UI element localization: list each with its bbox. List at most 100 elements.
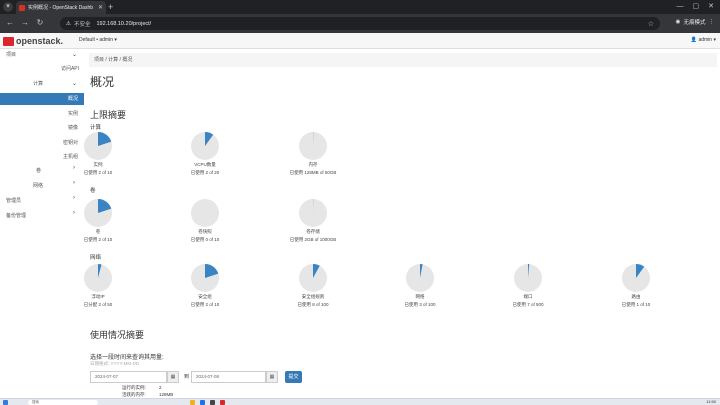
sidebar-item-compute[interactable]: 计算 xyxy=(33,78,43,90)
logo-text: openstack. xyxy=(16,36,64,46)
sidebar-item-instances[interactable]: 实例 xyxy=(68,108,78,120)
url-text[interactable]: 192.168.10.20/project/ xyxy=(96,21,151,27)
active-instances-value: 2 xyxy=(159,385,162,390)
quota-usage: 已使用 1 of 10 xyxy=(621,302,651,307)
maximize-icon[interactable]: ▢ xyxy=(693,0,700,14)
quota-chart: 内存已使用 128MB of 50GB xyxy=(273,132,353,176)
quota-pie xyxy=(299,199,327,227)
quota-pie xyxy=(406,264,434,292)
quota-label: VCPU数量 xyxy=(194,162,216,167)
quota-usage: 已分配 2 of 50 xyxy=(83,302,113,307)
sidebar-item-network[interactable]: 网络 xyxy=(33,180,43,192)
quota-pie xyxy=(299,132,327,160)
openstack-logo-icon xyxy=(3,36,14,46)
calendar-icon[interactable]: ▦ xyxy=(167,371,179,383)
bookmark-star-icon[interactable]: ☆ xyxy=(648,20,654,28)
active-instances-label: 运行的实例: xyxy=(122,385,146,390)
reload-icon[interactable]: ↻ xyxy=(34,17,46,29)
quota-chart: 浮动IP 已分配 2 of 50 xyxy=(58,264,138,308)
to-label: 到 xyxy=(184,374,190,380)
quota-chart: 端口 已使用 7 of 500 xyxy=(488,264,568,308)
file-explorer-icon[interactable] xyxy=(190,400,195,405)
group-title-compute: 计算 xyxy=(90,125,102,131)
quota-pie xyxy=(84,199,112,227)
chevron-right-icon: › xyxy=(73,180,75,186)
quota-chart: 安全组规则已使用 8 of 100 xyxy=(273,264,353,308)
taskbar-search[interactable]: 搜索 xyxy=(28,400,98,405)
new-tab-button[interactable]: + xyxy=(108,1,113,13)
quota-chart: 卷已使用 2 of 10 xyxy=(58,199,138,243)
quota-usage: 已使用 2 of 20 xyxy=(190,170,220,175)
favicon-icon xyxy=(19,4,25,11)
breadcrumb[interactable]: 项目 / 计算 / 概况 xyxy=(89,53,717,67)
group-title-volume: 卷 xyxy=(90,188,96,194)
sidebar-item-volumes[interactable]: 卷 xyxy=(36,165,41,177)
menu-icon[interactable]: ⋮ xyxy=(709,19,715,25)
close-tab-icon[interactable]: ✕ xyxy=(98,4,103,11)
incognito-icon: ◉ xyxy=(675,19,681,25)
browser-toolbar: ← → ↻ ⚠ 不安全 192.168.10.20/project/ ☆ ◉ 无… xyxy=(0,14,720,33)
back-icon[interactable]: ← xyxy=(4,17,16,29)
quota-label: 浮动IP xyxy=(91,294,105,299)
date-to-input[interactable]: 2024-07-08 xyxy=(191,371,266,383)
browser-tab[interactable]: 实例概况 - OpenStack Dashb ✕ xyxy=(16,1,106,14)
sidebar-item-api-access[interactable]: 访问API xyxy=(61,63,79,75)
browser-tab-bar: ▾ 实例概况 - OpenStack Dashb ✕ + — ▢ ✕ xyxy=(0,0,720,14)
quota-usage: 已使用 2 of 10 xyxy=(83,170,113,175)
date-from-input[interactable]: 2024-07-07 xyxy=(90,371,167,383)
date-format-hint: 日期格式: YYYY-MM-DD xyxy=(90,361,140,366)
taskbar-clock: 11:50 xyxy=(706,399,716,404)
sidebar-item-project[interactable]: 项目 xyxy=(6,49,16,61)
page-title: 概况 xyxy=(90,75,115,89)
quota-label: 网络 xyxy=(415,294,425,299)
address-bar[interactable]: ⚠ 不安全 192.168.10.20/project/ ☆ xyxy=(60,17,660,30)
usage-prompt: 选择一段时间来查询其用量: xyxy=(90,355,164,361)
submit-button[interactable]: 提交 xyxy=(285,371,302,383)
quota-chart: 实例 已使用 2 of 10 xyxy=(58,132,138,176)
quota-usage: 已使用 3 of 100 xyxy=(404,302,436,307)
insecure-label: 不安全 xyxy=(73,21,91,28)
quota-label: 路由 xyxy=(631,294,641,299)
windows-taskbar: 搜索 11:50 xyxy=(0,398,720,405)
sidebar-item-backup[interactable]: 备份管理 xyxy=(6,210,26,222)
sidebar-item-overview[interactable]: 概况 xyxy=(0,93,84,105)
quota-usage: 已使用 7 of 500 xyxy=(512,302,544,307)
user-menu[interactable]: 👤 admin ▾ xyxy=(691,37,716,43)
group-title-network: 网络 xyxy=(90,255,102,261)
project-selector[interactable]: Default • admin ▾ xyxy=(79,37,117,43)
quota-pie xyxy=(299,264,327,292)
limit-summary-title: 上限摘要 xyxy=(90,110,127,120)
close-window-icon[interactable]: ✕ xyxy=(708,0,714,14)
quota-usage: 已使用 8 of 100 xyxy=(297,302,329,307)
chevron-down-icon: ⌄ xyxy=(72,81,78,87)
start-icon[interactable] xyxy=(3,400,8,405)
quota-label: 安全组 xyxy=(198,294,212,299)
quota-usage: 已使用 2GB of 1000GB xyxy=(289,237,337,242)
quota-usage: 已使用 2 of 10 xyxy=(83,237,113,242)
openstack-logo[interactable]: openstack. xyxy=(3,36,63,46)
usage-summary-title: 使用情况摘要 xyxy=(90,330,145,340)
quota-pie xyxy=(191,264,219,292)
chrome-icon[interactable] xyxy=(200,400,205,405)
quota-label: 卷快照 xyxy=(198,229,212,234)
quota-pie xyxy=(191,132,219,160)
window-controls: — ▢ ✕ xyxy=(677,0,719,14)
forward-icon[interactable]: → xyxy=(19,17,31,29)
openstack-header: openstack. Default • admin ▾ 👤 admin ▾ xyxy=(0,33,720,49)
incognito-indicator[interactable]: ◉ 无痕模式 ⋮ xyxy=(676,18,714,26)
sidebar-item-admin[interactable]: 管理员 xyxy=(6,195,21,207)
tab-title: 实例概况 - OpenStack Dashb xyxy=(28,5,94,11)
quota-label: 安全组规则 xyxy=(301,294,325,299)
quota-usage: 已使用 0 of 10 xyxy=(190,237,220,242)
minimize-icon[interactable]: — xyxy=(677,0,684,14)
quota-usage: 已使用 128MB of 50GB xyxy=(289,170,337,175)
terminal-icon[interactable] xyxy=(210,400,215,405)
quota-pie xyxy=(622,264,650,292)
calendar-icon[interactable]: ▦ xyxy=(266,371,278,383)
quota-label: 卷存储 xyxy=(306,229,320,234)
app-icon[interactable] xyxy=(220,400,225,405)
quota-label: 内存 xyxy=(308,162,318,167)
quota-pie xyxy=(84,132,112,160)
quota-chart: 卷快照已使用 0 of 10 xyxy=(165,199,245,243)
tab-list-button[interactable]: ▾ xyxy=(3,2,13,12)
